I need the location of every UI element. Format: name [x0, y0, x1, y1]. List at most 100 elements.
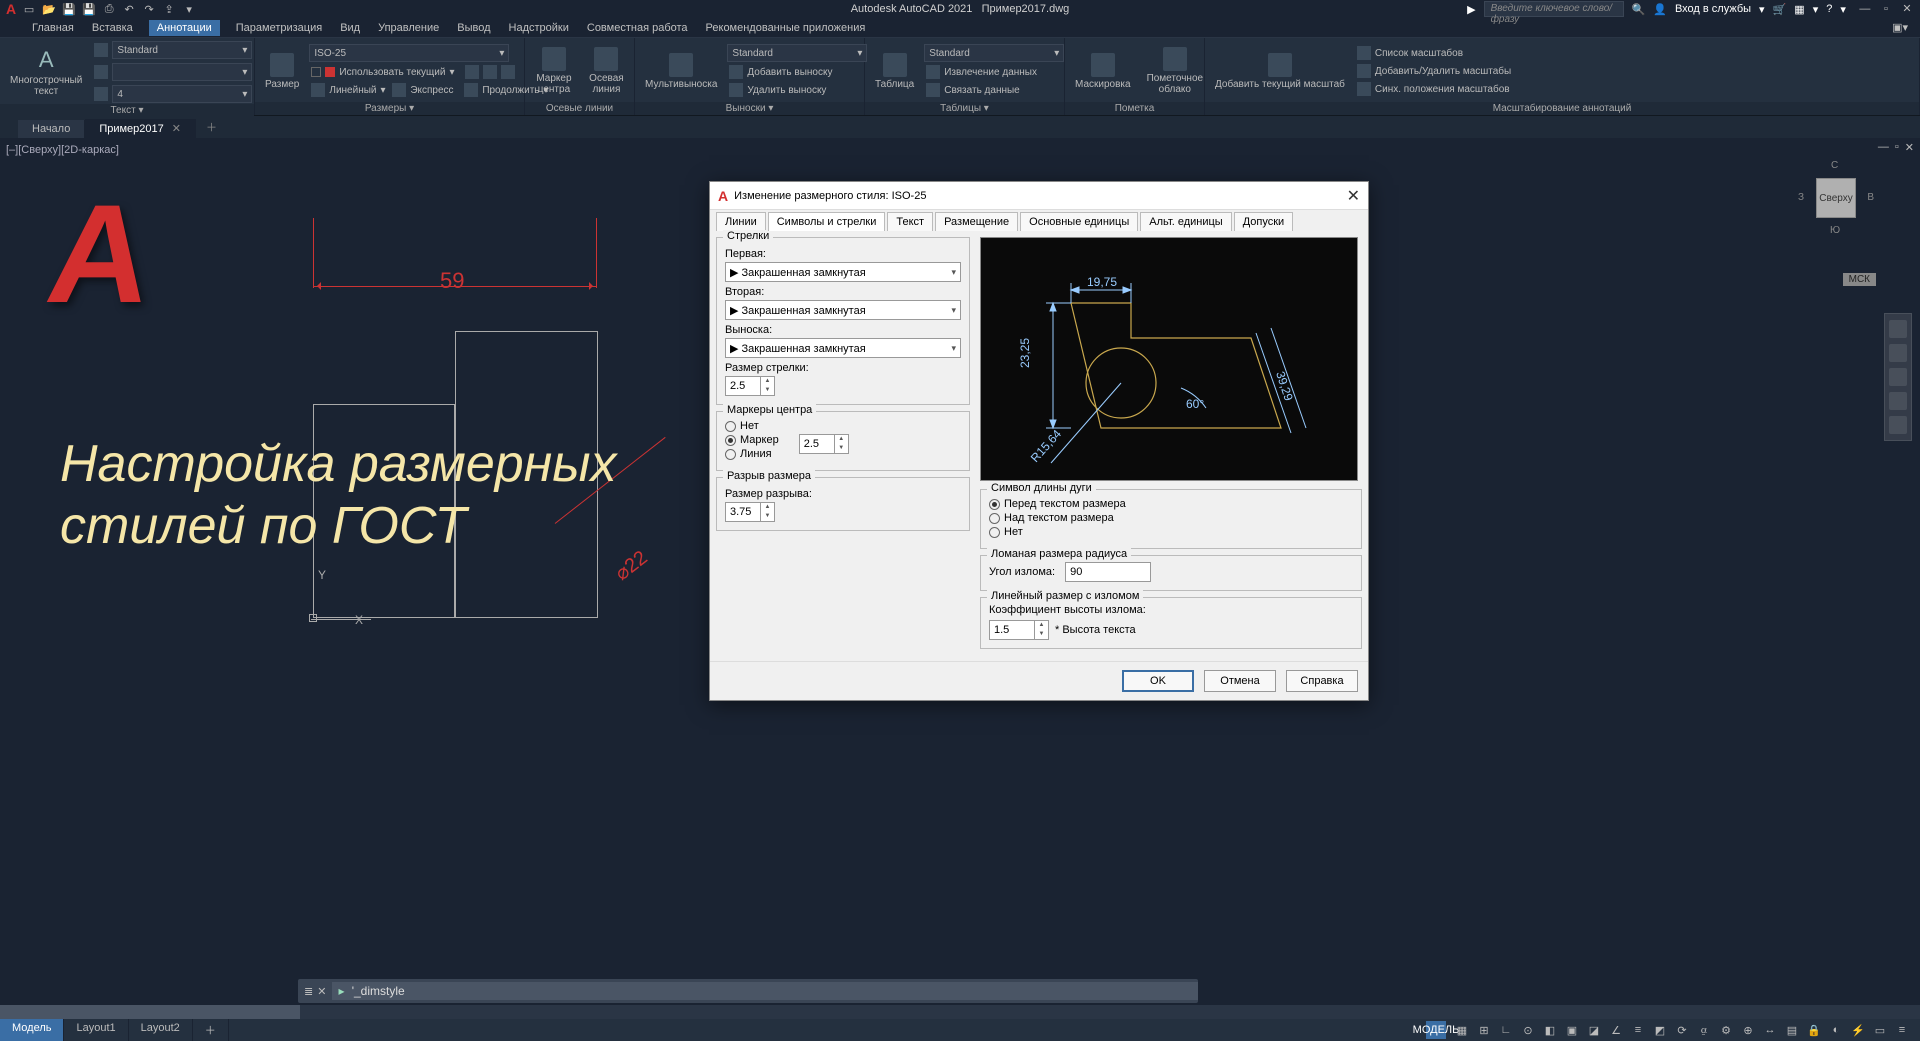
tab-primary-units[interactable]: Основные единицы: [1020, 212, 1138, 231]
tab-annotations[interactable]: Аннотации: [149, 20, 220, 36]
help-icon[interactable]: ?: [1826, 3, 1832, 15]
share-icon[interactable]: ⇪: [162, 2, 176, 16]
text-find-combo[interactable]: ▾: [112, 63, 252, 81]
vp-minimize-icon[interactable]: —: [1878, 141, 1889, 154]
tab-featured[interactable]: Рекомендованные приложения: [704, 20, 868, 36]
vp-restore-icon[interactable]: ▫: [1895, 141, 1899, 154]
tab-manage[interactable]: Управление: [376, 20, 441, 36]
share-arrow-icon[interactable]: ▶: [1467, 3, 1475, 16]
viewcube-south[interactable]: Ю: [1830, 225, 1840, 236]
viewcube[interactable]: С Ю В З Сверху: [1796, 158, 1876, 238]
open-icon[interactable]: 📂: [42, 2, 56, 16]
otrack-icon[interactable]: ∠: [1606, 1021, 1626, 1039]
tab-insert[interactable]: Вставка: [90, 20, 135, 36]
viewcube-north[interactable]: С: [1831, 160, 1838, 171]
findtext-icon[interactable]: [94, 65, 108, 79]
h-scrollbar[interactable]: [0, 1005, 1920, 1019]
centerline-button[interactable]: Осевая линия: [583, 45, 630, 97]
customize-icon[interactable]: ≡: [1892, 1021, 1912, 1039]
nav-pan-icon[interactable]: [1889, 344, 1907, 362]
drawing-area[interactable]: [–][Сверху][2D-каркас] — ▫ ✕ A 59 ⌀22 Y …: [0, 138, 1920, 898]
sync-scale-button[interactable]: Синх. положения масштабов: [1355, 81, 1513, 97]
cmd-close-icon[interactable]: ✕: [317, 985, 326, 998]
combo-first-arrow[interactable]: ▶ Закрашенная замкнутая▾: [725, 262, 961, 282]
clean-screen-icon[interactable]: ▭: [1870, 1021, 1890, 1039]
radio-arc-none[interactable]: Нет: [989, 526, 1353, 538]
text-style-combo[interactable]: Standard▾: [112, 41, 252, 59]
radio-arc-before[interactable]: Перед текстом размера: [989, 498, 1353, 510]
continue-icon[interactable]: [464, 83, 478, 97]
scale-list-button[interactable]: Список масштабов: [1355, 45, 1513, 61]
add-remove-scale-button[interactable]: Добавить/Удалить масштабы: [1355, 63, 1513, 79]
dim-style-combo[interactable]: ISO-25▾: [309, 44, 509, 62]
table-button[interactable]: Таблица: [869, 51, 920, 92]
isodraft-icon[interactable]: ◧: [1540, 1021, 1560, 1039]
app-logo-icon[interactable]: A: [6, 1, 16, 17]
selection-cycle-icon[interactable]: ⟳: [1672, 1021, 1692, 1039]
use-current-toggle[interactable]: Использовать текущий▾: [309, 64, 550, 80]
tab-model[interactable]: Модель: [0, 1019, 64, 1041]
viewcube-east[interactable]: В: [1867, 192, 1874, 203]
panel-leaders-title[interactable]: Выноски ▾: [635, 102, 864, 115]
snap-icon[interactable]: ⊞: [1474, 1021, 1494, 1039]
dimension-button[interactable]: Размер: [259, 51, 305, 92]
table-style-combo[interactable]: Standard▾: [924, 44, 1064, 62]
vp-close-icon[interactable]: ✕: [1905, 141, 1914, 154]
command-input[interactable]: ▸ '_dimstyle: [332, 982, 1198, 1000]
doctab-start[interactable]: Начало: [18, 120, 85, 138]
saveas-icon[interactable]: 💾: [82, 2, 96, 16]
wcs-badge[interactable]: МСК: [1843, 273, 1876, 286]
linear-icon[interactable]: [311, 83, 325, 97]
anno-monitor-icon[interactable]: ⊕: [1738, 1021, 1758, 1039]
tab-addins[interactable]: Надстройки: [507, 20, 571, 36]
plot-icon[interactable]: ⎙: [102, 2, 116, 16]
remove-leader-button[interactable]: Удалить выноску: [727, 82, 867, 98]
spin-arrow-size[interactable]: 2.5▲▼: [725, 376, 775, 396]
doctab-file[interactable]: Пример2017✕: [85, 119, 196, 138]
tab-home[interactable]: Главная: [30, 20, 76, 36]
tab-output[interactable]: Вывод: [455, 20, 492, 36]
undo-icon[interactable]: ↶: [122, 2, 136, 16]
space-indicator[interactable]: МОДЕЛЬ: [1426, 1021, 1446, 1039]
spin-jog-factor[interactable]: 1.5▲▼: [989, 620, 1049, 640]
tab-expand-icon[interactable]: ▣▾: [1890, 19, 1910, 36]
tab-fit[interactable]: Размещение: [935, 212, 1018, 231]
tab-lines[interactable]: Линии: [716, 212, 766, 231]
panel-dim-title[interactable]: Размеры ▾: [255, 102, 524, 115]
lineweight-icon[interactable]: ≡: [1628, 1021, 1648, 1039]
quick-props-icon[interactable]: ▤: [1782, 1021, 1802, 1039]
cmd-history-icon[interactable]: ≣: [304, 985, 313, 998]
units-icon[interactable]: ↔: [1760, 1021, 1780, 1039]
workspace-icon[interactable]: ⚙: [1716, 1021, 1736, 1039]
spin-center-size[interactable]: 2.5▲▼: [799, 434, 849, 454]
tab-alt-units[interactable]: Альт. единицы: [1140, 212, 1231, 231]
tab-collaborate[interactable]: Совместная работа: [585, 20, 690, 36]
radio-center-none[interactable]: Нет: [725, 420, 779, 432]
mleader-button[interactable]: Мультивыноска: [639, 51, 723, 92]
dialog-close-icon[interactable]: ✕: [1347, 186, 1360, 206]
tab-layout-add-icon[interactable]: ＋: [193, 1019, 229, 1041]
hardware-accel-icon[interactable]: ⚡: [1848, 1021, 1868, 1039]
ok-button[interactable]: OK: [1122, 670, 1194, 692]
3dosnap-icon[interactable]: ◪: [1584, 1021, 1604, 1039]
viewcube-top[interactable]: Сверху: [1816, 178, 1856, 218]
restore-icon[interactable]: ▫: [1879, 2, 1893, 16]
tab-layout2[interactable]: Layout2: [129, 1019, 193, 1041]
leader-style-combo[interactable]: Standard▾: [727, 44, 867, 62]
panel-tables-title[interactable]: Таблицы ▾: [865, 102, 1064, 115]
input-jog-angle[interactable]: 90: [1065, 562, 1151, 582]
radio-center-mark[interactable]: Маркер: [725, 434, 779, 446]
redo-icon[interactable]: ↷: [142, 2, 156, 16]
viewport-label[interactable]: [–][Сверху][2D-каркас]: [6, 144, 119, 156]
apps-icon[interactable]: ▦: [1794, 3, 1804, 16]
nav-orbit-icon[interactable]: [1889, 392, 1907, 410]
qat-dropdown-icon[interactable]: ▾: [182, 2, 196, 16]
help-button[interactable]: Справка: [1286, 670, 1358, 692]
quick-icon[interactable]: [392, 83, 406, 97]
ortho-icon[interactable]: ∟: [1496, 1021, 1516, 1039]
tab-symbols-arrows[interactable]: Символы и стрелки: [768, 212, 886, 231]
close-icon[interactable]: ✕: [1900, 2, 1914, 16]
viewcube-west[interactable]: З: [1798, 192, 1804, 203]
tab-view[interactable]: Вид: [338, 20, 362, 36]
minimize-icon[interactable]: —: [1858, 2, 1872, 16]
